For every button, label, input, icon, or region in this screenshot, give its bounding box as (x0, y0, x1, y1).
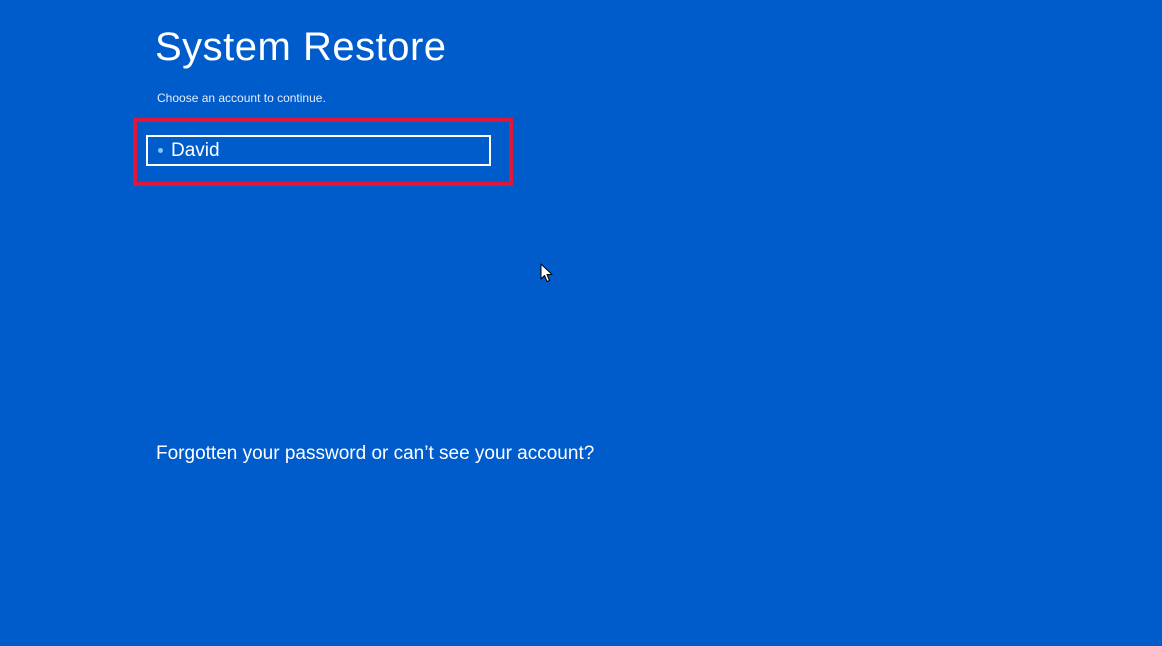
system-restore-screen: System Restore Choose an account to cont… (0, 0, 1162, 646)
forgot-password-link[interactable]: Forgotten your password or can’t see you… (156, 441, 594, 467)
mouse-pointer-icon (540, 263, 553, 282)
bullet-dot-icon (158, 148, 163, 153)
page-subtitle: Choose an account to continue. (157, 91, 326, 105)
account-item-david[interactable]: David (146, 135, 491, 166)
account-name: David (171, 140, 220, 161)
page-title: System Restore (155, 25, 447, 69)
